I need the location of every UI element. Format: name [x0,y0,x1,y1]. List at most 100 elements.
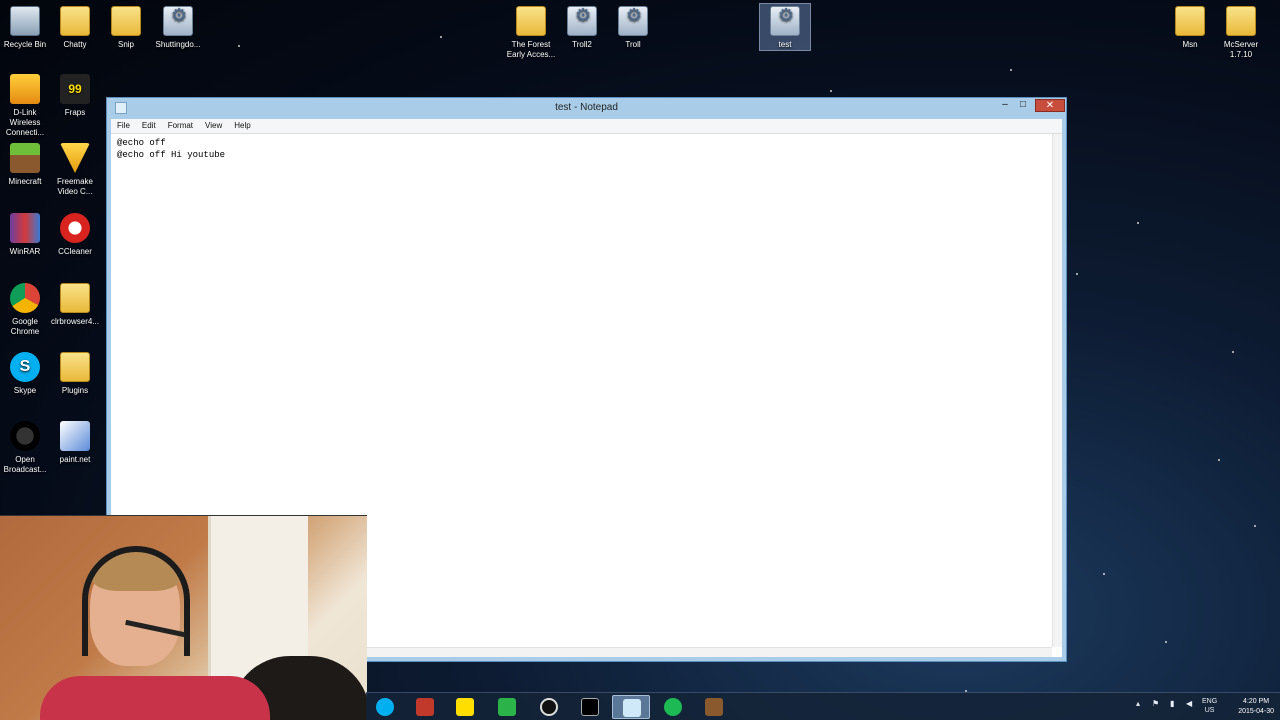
desktop-icon-label: Recycle Bin [3,40,47,49]
desktop-icon-chatty[interactable]: Chatty [50,6,100,50]
folder-icon [516,6,546,36]
photo-app-icon [416,698,434,716]
person-shirt [40,676,270,720]
ccleaner-icon [60,213,90,243]
desktop-icon-label: WinRAR [9,247,41,256]
tray-network-icon[interactable]: ▮ [1170,699,1174,708]
store-icon [498,698,516,716]
cmd-icon [581,698,599,716]
desktop-icon-label: Troll [625,40,641,49]
minimize-button[interactable]: – [997,99,1013,112]
desktop-icon-plugins[interactable]: Plugins [50,352,100,396]
webcam-overlay [0,515,367,720]
tray-volume-icon[interactable]: ◀ [1186,699,1192,708]
taskbar-photo-app[interactable] [406,695,444,719]
desktop-icon-shuttingdo[interactable]: Shuttingdo... [151,6,205,50]
fraps-icon [456,698,474,716]
taskbar-notepad[interactable] [612,695,650,719]
desktop-icon-label: D-Link Wireless Connecti... [5,108,45,137]
desktop-icon-label: Msn [1182,40,1198,49]
taskbar-obs[interactable] [530,695,568,719]
desktop-icon-snip[interactable]: Snip [101,6,151,50]
desktop-icon-fraps[interactable]: 99 Fraps [50,74,100,118]
desktop-icon-label: Plugins [61,386,89,395]
taskbar-spotify[interactable] [654,695,692,719]
desktop-icon-minecraft[interactable]: Minecraft [0,143,50,187]
desktop-icon-label: Shuttingdo... [155,40,201,49]
desktop-icon-test[interactable]: test [759,3,811,51]
window-title: test - Notepad [555,102,618,113]
batch-file-icon [567,6,597,36]
freemake-icon [60,143,90,173]
desktop-icon-mcserver[interactable]: McServer 1.7.10 [1216,6,1266,60]
desktop-icon-winrar[interactable]: WinRAR [0,213,50,257]
menu-help[interactable]: Help [228,119,256,133]
maximize-button[interactable]: □ [1015,99,1031,112]
clock-date: 2015-04-30 [1238,708,1274,715]
recycle-bin-icon [10,6,40,36]
desktop-icon-recycle-bin[interactable]: Recycle Bin [0,6,50,50]
desktop-icon-dlink[interactable]: D-Link Wireless Connecti... [0,74,50,138]
desktop-icon-label: Google Chrome [10,317,40,336]
tray-notification-icon[interactable]: ⚑ [1152,699,1159,708]
skype-icon [376,698,394,716]
taskbar-minecraft[interactable] [695,695,733,719]
desktop-icon-label: Troll2 [572,40,592,49]
desktop-icon-freemake[interactable]: Freemake Video C... [50,143,100,197]
menu-file[interactable]: File [111,119,136,133]
taskbar-skype[interactable] [366,695,404,719]
desktop-icon-clrbrowser[interactable]: clrbrowser4... [50,283,100,327]
desktop-icon-label: Chatty [63,40,87,49]
desktop-icon-ccleaner[interactable]: CCleaner [50,213,100,257]
desktop-icon-label: McServer 1.7.10 [1223,40,1259,59]
clock[interactable]: 4:20 PM 2015-04-30 [1238,697,1274,717]
folder-icon [60,283,90,313]
batch-file-icon [618,6,648,36]
vertical-scrollbar[interactable] [1052,134,1062,647]
menu-format[interactable]: Format [162,119,199,133]
desktop-icon-label: test [778,40,792,49]
desktop-icon-skype[interactable]: S Skype [0,352,50,396]
desktop-icon-label: Snip [117,40,134,49]
close-button[interactable]: ✕ [1035,99,1065,112]
taskbar-fraps[interactable] [446,695,484,719]
editor-line: @echo off Hi youtube [117,150,226,160]
desktop-icon-msn[interactable]: Msn [1165,6,1215,50]
batch-file-icon [163,6,193,36]
desktop-icon-troll2[interactable]: Troll2 [557,6,607,50]
headset-icon [82,546,190,656]
dlink-icon [10,74,40,104]
desktop-icon-label: clrbrowser4... [50,317,99,326]
taskbar: ▴ ⚑ ▮ ◀ ENG US 4:20 PM 2015-04-30 [366,692,1280,720]
language-label: ENG [1202,698,1218,705]
chrome-icon [10,283,40,313]
menu-view[interactable]: View [199,119,228,133]
language-indicator[interactable]: ENG US [1202,697,1217,715]
desktop-icon-label: Open Broadcast... [3,455,47,474]
folder-icon [111,6,141,36]
desktop-icon-label: Minecraft [8,177,42,186]
desktop-icon-label: Fraps [64,108,86,117]
desktop-icon-chrome[interactable]: Google Chrome [0,283,50,337]
desktop-icon-troll[interactable]: Troll [608,6,658,50]
taskbar-store[interactable] [488,695,526,719]
clock-time: 4:20 PM [1243,698,1270,705]
desktop-icon-the-forest[interactable]: The Forest Early Acces... [506,6,556,60]
desktop-icon-label: paint.net [59,455,91,464]
desktop-icon-obs[interactable]: Open Broadcast... [0,421,50,475]
obs-icon [10,421,40,451]
minecraft-icon [705,698,723,716]
notepad-icon [623,699,641,717]
desktop-icon-label: The Forest Early Acces... [506,40,556,59]
desktop-icon-paintnet[interactable]: paint.net [50,421,100,465]
taskbar-cmd[interactable] [571,695,609,719]
window-titlebar[interactable]: test - Notepad – □ ✕ [107,98,1066,119]
desktop-icon-label: Freemake Video C... [56,177,93,196]
obs-icon [540,698,558,716]
folder-icon [1226,6,1256,36]
region-label: US [1204,707,1215,714]
tray-expand-icon[interactable]: ▴ [1136,699,1140,708]
minecraft-icon [10,143,40,173]
desktop-icon-label: Skype [13,386,37,395]
menu-edit[interactable]: Edit [136,119,162,133]
